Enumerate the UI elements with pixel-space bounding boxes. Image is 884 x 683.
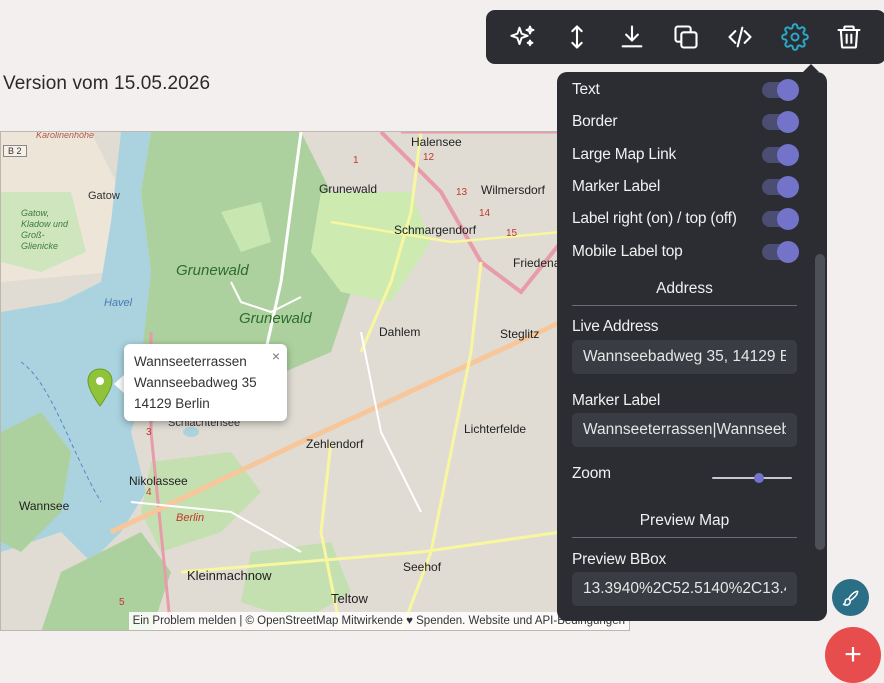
preview-bbox-input[interactable] xyxy=(572,572,797,606)
popup-close-icon[interactable]: × xyxy=(272,346,280,367)
map-label-zehlendorf: Zehlendorf xyxy=(306,437,364,451)
settings-panel: Text Border Large Map Link Marker Label … xyxy=(557,72,827,621)
toggle-switch[interactable] xyxy=(762,79,799,101)
toggle-row-marker-label[interactable]: Marker Label xyxy=(572,176,799,198)
map-label-gatow-green: Gatow, Kladow und Groß-Glienicke xyxy=(21,208,69,251)
map-label-wilmersdorf: Wilmersdorf xyxy=(481,183,546,197)
zoom-label: Zoom xyxy=(572,465,611,482)
toggle-label: Mobile Label top xyxy=(572,243,683,260)
toggle-row-large-map-link[interactable]: Large Map Link xyxy=(572,144,799,166)
toggle-row-mobile-label-top[interactable]: Mobile Label top xyxy=(572,241,799,263)
add-button[interactable]: + xyxy=(825,627,881,683)
zoom-slider[interactable] xyxy=(712,468,792,488)
marker-label-input[interactable] xyxy=(572,413,797,447)
live-address-input[interactable] xyxy=(572,340,797,374)
toggle-row-text[interactable]: Text xyxy=(572,79,799,101)
toggle-switch[interactable] xyxy=(762,208,799,230)
preview-bbox-label: Preview BBox xyxy=(572,551,667,568)
code-icon xyxy=(728,26,752,48)
resize-button[interactable] xyxy=(559,19,595,55)
popup-line-city: 14129 Berlin xyxy=(134,396,210,411)
version-text: Version vom 15.05.2026 xyxy=(3,73,211,94)
duplicate-button[interactable] xyxy=(668,19,704,55)
zoom-slider-track xyxy=(712,477,792,479)
popup-line-name: Wannseeterrassen xyxy=(134,354,247,369)
brush-icon xyxy=(842,590,858,606)
resize-vertical-icon xyxy=(571,25,584,49)
map-label-steglitz: Steglitz xyxy=(500,327,540,341)
map-label-teltow: Teltow xyxy=(331,591,368,606)
gear-icon xyxy=(780,23,809,51)
delete-button[interactable] xyxy=(831,19,867,55)
toggle-switch[interactable] xyxy=(762,176,799,198)
map-label-dahlem: Dahlem xyxy=(379,325,421,339)
map-label-schmargendorf: Schmargendorf xyxy=(394,223,477,237)
zoom-slider-thumb[interactable] xyxy=(754,473,764,483)
toggle-row-label-right[interactable]: Label right (on) / top (off) xyxy=(572,208,799,230)
map-label-nikolassee: Nikolassee xyxy=(129,474,188,488)
map-road-shield-b2: B 2 xyxy=(3,145,27,157)
map-label-grunewald-forest: Grunewald xyxy=(176,262,249,279)
toggle-knob xyxy=(777,241,799,263)
settings-scrollbar[interactable] xyxy=(815,254,825,550)
section-divider xyxy=(572,537,797,538)
toggle-switch[interactable] xyxy=(762,144,799,166)
marker-popup: Wannseeterrassen Wannseebadweg 35 14129 … xyxy=(124,344,287,421)
toggle-switch[interactable] xyxy=(762,111,799,133)
trash-icon xyxy=(837,25,861,49)
map-label-lichterfelde: Lichterfelde xyxy=(464,422,527,436)
toggle-label: Large Map Link xyxy=(572,146,677,163)
map-view[interactable]: Karolinenhöhe B 2 Gatow Gatow, Kladow un… xyxy=(0,131,630,631)
toolbar-caret xyxy=(803,64,819,72)
toggle-label: Marker Label xyxy=(572,178,661,195)
map-label-wannsee: Wannsee xyxy=(19,499,70,513)
toggle-row-border[interactable]: Border xyxy=(572,111,799,133)
map-label-berlin: Berlin xyxy=(176,512,205,524)
editor-toolbar xyxy=(486,10,884,64)
map-label-halensee: Halensee xyxy=(411,135,462,149)
toggle-label: Label right (on) / top (off) xyxy=(572,210,737,227)
toggle-switch[interactable] xyxy=(762,241,799,263)
magic-button[interactable] xyxy=(505,19,541,55)
section-title-address: Address xyxy=(656,280,713,297)
settings-button[interactable] xyxy=(777,19,813,55)
map-label-grunewald-forest-2: Grunewald xyxy=(239,310,312,327)
map-label-grunewald: Grunewald xyxy=(319,182,378,196)
code-button[interactable] xyxy=(722,19,758,55)
map-label-havel: Havel xyxy=(104,297,133,309)
toggle-knob xyxy=(777,111,799,133)
map-label-kleinmachnow: Kleinmachnow xyxy=(187,568,272,583)
map-label-karolinenhoehe: Karolinenhöhe xyxy=(36,131,95,140)
toggle-label: Border xyxy=(572,113,618,130)
live-address-label: Live Address xyxy=(572,318,659,335)
download-button[interactable] xyxy=(614,19,650,55)
map-label-seehof: Seehof xyxy=(403,560,442,574)
section-divider xyxy=(572,305,797,306)
toggle-knob xyxy=(777,176,799,198)
toggle-knob xyxy=(777,208,799,230)
toggle-knob xyxy=(777,144,799,166)
sparkles-icon xyxy=(510,25,535,47)
marker-label-label: Marker Label xyxy=(572,392,661,409)
copy-icon xyxy=(674,25,698,49)
map-attribution[interactable]: Ein Problem melden | © OpenStreetMap Mit… xyxy=(128,612,629,630)
toggle-knob xyxy=(777,79,799,101)
download-icon xyxy=(621,25,643,48)
section-title-preview-map: Preview Map xyxy=(639,512,730,529)
map-label-gatow: Gatow xyxy=(88,190,120,202)
toggle-label: Text xyxy=(572,81,600,98)
popup-line-street: Wannseebadweg 35 xyxy=(134,375,257,390)
edit-style-button[interactable] xyxy=(832,579,869,616)
